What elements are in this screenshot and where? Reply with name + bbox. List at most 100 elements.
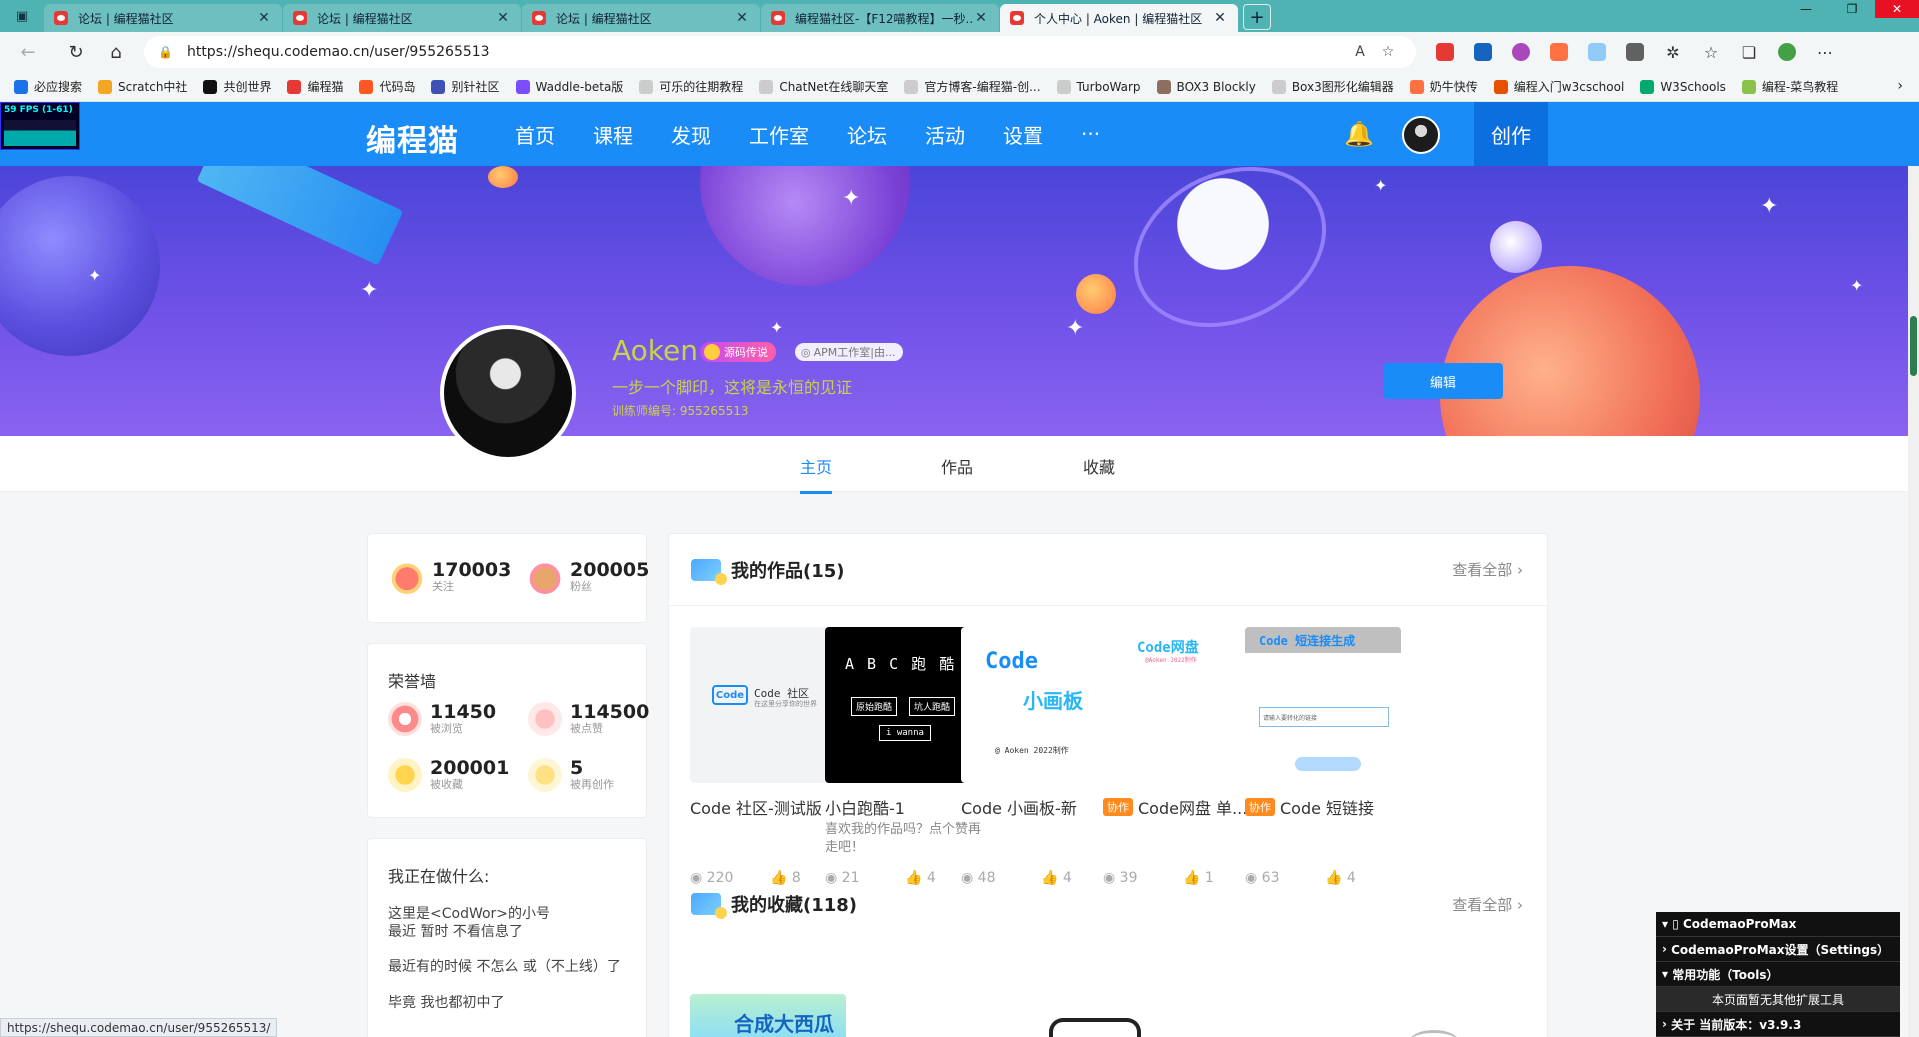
- work-thumbnail[interactable]: A B C 跑 酷 原始跑酷 坑人跑酷 i wanna: [825, 627, 981, 783]
- work-card[interactable]: Code 短连接生成 请输入要转化的链接 协作 Code 短链接 ◉ 63 👍 4: [1245, 627, 1401, 886]
- browser-tab[interactable]: 编程猫社区-【F12喵教程】一秒... ✕: [761, 4, 999, 32]
- bookmark-item[interactable]: 编程猫: [287, 78, 343, 95]
- favorite-thumbnail[interactable]: [1409, 1030, 1459, 1037]
- profile-avatar[interactable]: [440, 325, 576, 461]
- browser-tab[interactable]: 论坛 | 编程猫社区 ✕: [522, 4, 760, 32]
- extension-icon[interactable]: [1540, 36, 1578, 68]
- new-tab-button[interactable]: +: [1243, 4, 1271, 30]
- extension-icon[interactable]: [1616, 36, 1654, 68]
- chevron-right-icon[interactable]: ›: [1897, 78, 1903, 94]
- bookmark-item[interactable]: 奶牛快传: [1409, 78, 1478, 95]
- puzzle-icon[interactable]: ✲: [1654, 36, 1692, 68]
- browser-tab[interactable]: 论坛 | 编程猫社区 ✕: [283, 4, 521, 32]
- work-thumbnail[interactable]: Code Code 社区 在这里分享你的世界: [690, 627, 846, 783]
- favorites-icon[interactable]: ☆: [1692, 36, 1730, 68]
- nav-settings[interactable]: 设置: [984, 102, 1062, 166]
- site-logo[interactable]: 编程猫: [366, 116, 459, 160]
- page-scrollbar[interactable]: [1908, 166, 1919, 1037]
- work-thumbnail[interactable]: Code 小画板 @ Aoken 2022制作: [961, 627, 1117, 783]
- studio-badge[interactable]: ◎ APM工作室|由...: [795, 343, 904, 361]
- bookmark-item[interactable]: Scratch中社: [98, 78, 187, 95]
- refresh-icon[interactable]: ↻: [56, 36, 96, 68]
- extension-icon[interactable]: [1464, 36, 1502, 68]
- bookmark-item[interactable]: 必应搜索: [14, 78, 82, 95]
- thumb-title: Code网盘: [1137, 640, 1199, 656]
- bookmark-item[interactable]: 可乐的往期教程: [639, 78, 743, 95]
- close-tab-icon[interactable]: ✕: [734, 10, 750, 26]
- panel-about-toggle[interactable]: › 关于 当前版本：v3.9.3: [1656, 1012, 1900, 1037]
- planet-decoration: [700, 166, 910, 286]
- collections-icon[interactable]: ❏: [1730, 36, 1768, 68]
- work-thumbnail[interactable]: Code 短连接生成 请输入要转化的链接: [1245, 627, 1401, 783]
- bookmark-item[interactable]: BOX3 Blockly: [1156, 79, 1256, 94]
- work-card[interactable]: Code Code 社区 在这里分享你的世界 Code 社区-测试版 ◉ 220…: [690, 627, 846, 886]
- works-view-all-link[interactable]: 查看全部 ›: [1452, 559, 1523, 580]
- tab-actions-icon[interactable]: ▣: [0, 0, 44, 32]
- bookmark-item[interactable]: Waddle-beta版: [515, 78, 623, 95]
- read-aloud-icon[interactable]: A: [1346, 44, 1374, 60]
- nav-events[interactable]: 活动: [906, 102, 984, 166]
- tab-favorites[interactable]: 收藏: [1083, 454, 1115, 478]
- header-avatar[interactable]: [1402, 116, 1440, 154]
- bookmark-item[interactable]: TurboWarp: [1056, 79, 1141, 94]
- panel-tools-toggle[interactable]: ▾ 常用功能（Tools）: [1656, 962, 1900, 987]
- restore-icon[interactable]: ❐: [1829, 0, 1875, 18]
- nav-home[interactable]: 首页: [496, 102, 574, 166]
- bookmark-item[interactable]: 共创世界: [203, 78, 271, 95]
- scrollbar-thumb[interactable]: [1910, 316, 1917, 376]
- nav-more[interactable]: ···: [1062, 102, 1119, 166]
- minimize-icon[interactable]: —: [1783, 0, 1829, 18]
- bookmark-item[interactable]: W3Schools: [1640, 79, 1726, 94]
- bookmark-item[interactable]: Box3图形化编辑器: [1271, 78, 1394, 95]
- work-thumbnail[interactable]: Code网盘 @Aoken 2022制作: [1103, 627, 1259, 783]
- browser-tab-active[interactable]: 个人中心 | Aoken | 编程猫社区 ✕: [1000, 4, 1238, 32]
- create-button[interactable]: 创作: [1474, 102, 1548, 166]
- star-icon: ✦: [1066, 316, 1085, 341]
- close-window-icon[interactable]: ✕: [1875, 0, 1919, 18]
- extension-icon[interactable]: [1578, 36, 1616, 68]
- panel-title-toggle[interactable]: ▾ ▯ CodemaoProMax: [1656, 912, 1900, 937]
- close-tab-icon[interactable]: ✕: [495, 10, 511, 26]
- bookmark-item[interactable]: 编程-菜鸟教程: [1741, 78, 1838, 95]
- bookmark-item[interactable]: 官方博客-编程猫-创...: [904, 78, 1041, 95]
- following-count: 170003: [432, 559, 512, 581]
- work-card[interactable]: A B C 跑 酷 原始跑酷 坑人跑酷 i wanna 小白跑酷-1 喜欢我的作…: [825, 627, 981, 886]
- home-icon[interactable]: ⌂: [96, 36, 136, 68]
- profile-icon[interactable]: [1768, 36, 1806, 68]
- url-bar[interactable]: 🔒 https://shequ.codemao.cn/user/95526551…: [144, 36, 1416, 68]
- favorite-thumbnail[interactable]: 合成大西瓜: [690, 994, 846, 1037]
- back-icon[interactable]: ←: [8, 36, 48, 68]
- favorite-thumbnail[interactable]: [1049, 1018, 1141, 1037]
- tab-works[interactable]: 作品: [941, 454, 973, 478]
- browser-tab[interactable]: 论坛 | 编程猫社区 ✕: [44, 4, 282, 32]
- nav-discover[interactable]: 发现: [652, 102, 730, 166]
- bookmark-item[interactable]: ChatNet在线聊天室: [759, 78, 888, 95]
- bookmark-item[interactable]: 别针社区: [431, 78, 500, 95]
- nav-studio[interactable]: 工作室: [730, 102, 828, 166]
- panel-settings-toggle[interactable]: › CodemaoProMax设置（Settings）: [1656, 937, 1900, 962]
- work-card[interactable]: Code 小画板 @ Aoken 2022制作 Code 小画板-新 ◉ 48 …: [961, 627, 1117, 886]
- favorites-view-all-link[interactable]: 查看全部 ›: [1452, 894, 1523, 915]
- chevron-right-icon: ›: [1517, 895, 1523, 914]
- extension-icon[interactable]: [1502, 36, 1540, 68]
- nav-forum[interactable]: 论坛: [828, 102, 906, 166]
- nav-courses[interactable]: 课程: [574, 102, 652, 166]
- close-tab-icon[interactable]: ✕: [256, 10, 272, 26]
- fans-stat[interactable]: 200005 粉丝: [528, 560, 649, 594]
- bell-icon[interactable]: 🔔: [1344, 120, 1374, 148]
- edit-profile-button[interactable]: 编辑: [1383, 363, 1503, 399]
- add-favorite-icon[interactable]: ☆: [1374, 44, 1402, 60]
- tab-home[interactable]: 主页: [800, 454, 833, 494]
- lock-icon[interactable]: 🔒: [158, 45, 173, 59]
- star-icon: ✦: [88, 266, 102, 285]
- close-tab-icon[interactable]: ✕: [1212, 10, 1228, 26]
- work-card[interactable]: Code网盘 @Aoken 2022制作 协作 Code网盘 单... ◉ 39 …: [1103, 627, 1259, 886]
- close-tab-icon[interactable]: ✕: [973, 10, 989, 26]
- level-badge[interactable]: 源码传说: [700, 342, 776, 362]
- url-text[interactable]: https://shequ.codemao.cn/user/955265513: [187, 44, 1346, 60]
- more-icon[interactable]: ⋯: [1806, 36, 1844, 68]
- bookmark-item[interactable]: 编程入门w3cschool: [1493, 78, 1624, 95]
- following-stat[interactable]: 170003 关注: [390, 560, 511, 594]
- bookmark-item[interactable]: 代码岛: [359, 78, 415, 95]
- extension-icon[interactable]: [1426, 36, 1464, 68]
